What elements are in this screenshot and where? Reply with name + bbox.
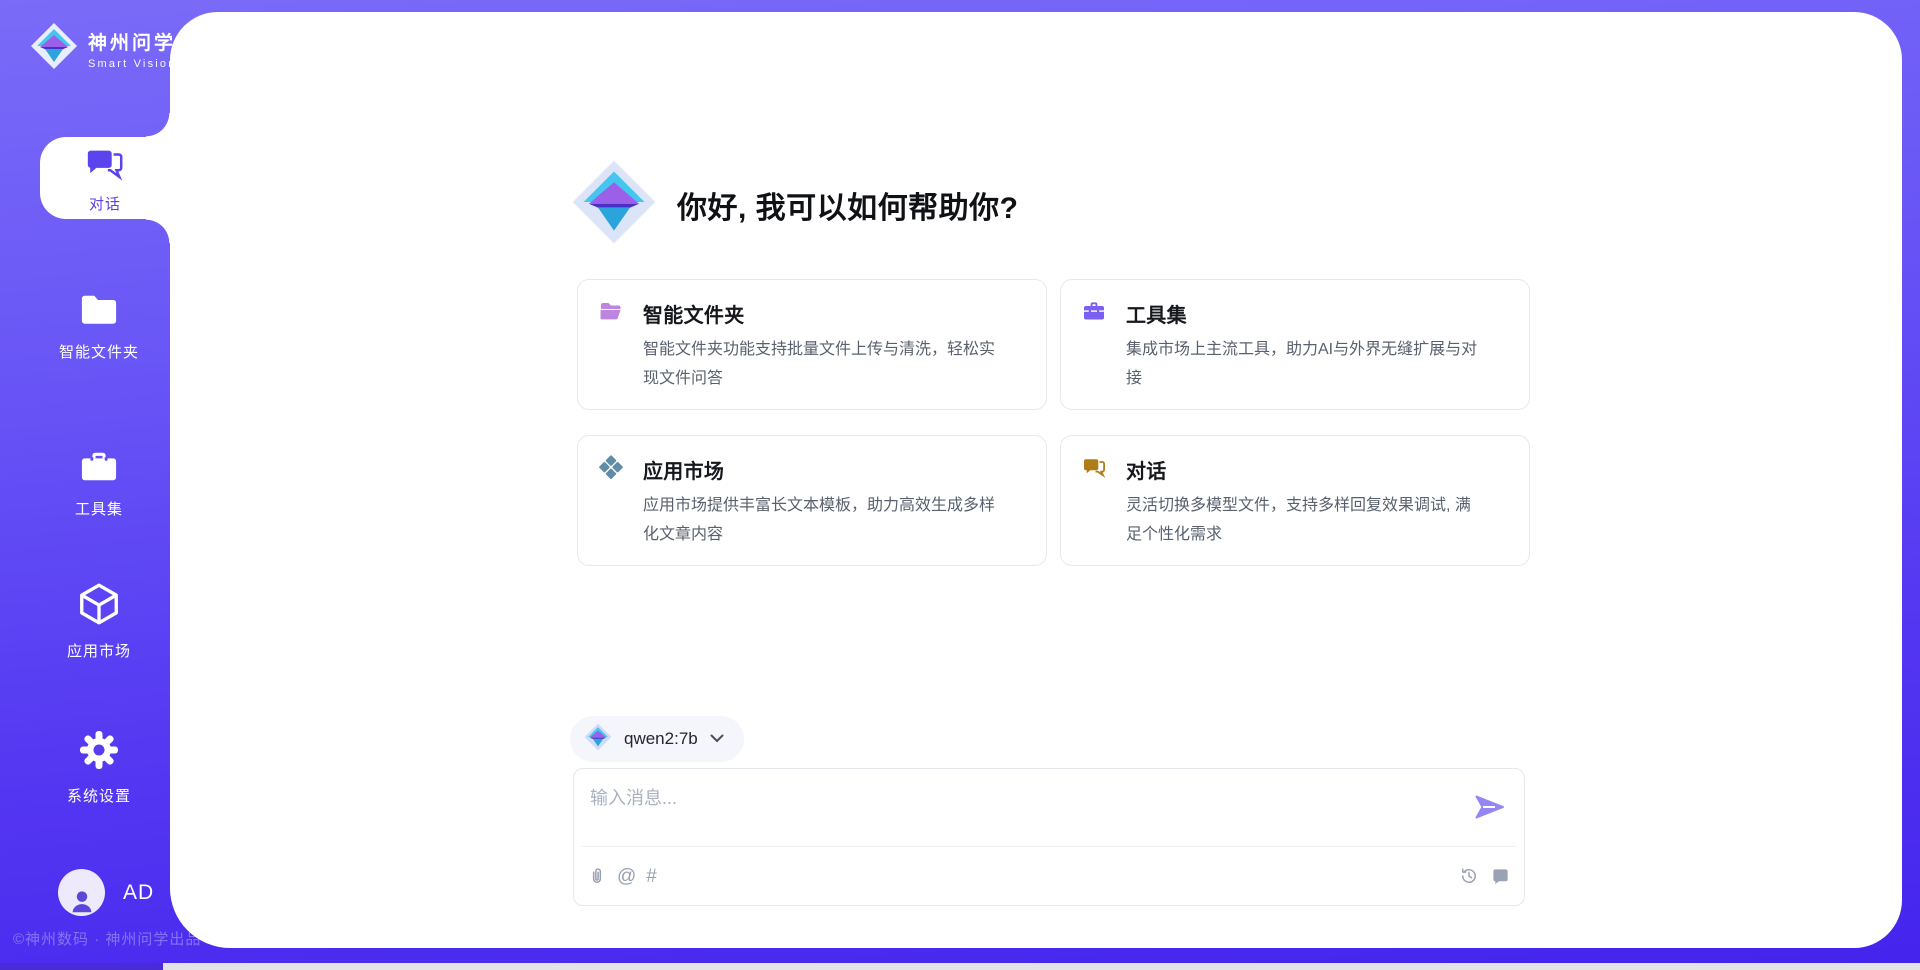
message-input[interactable] [590,784,1430,840]
hashtag-icon[interactable]: # [646,867,657,886]
assistant-logo-icon [571,159,657,250]
chat-bubbles-icon [1082,455,1106,484]
card-description: 应用市场提供丰富长文本模板，助力高效生成多样化文章内容 [643,491,995,549]
send-icon [1475,808,1505,823]
feature-card-smart-folder[interactable]: 智能文件夹 智能文件夹功能支持批量文件上传与清洗，轻松实现文件问答 [577,279,1047,410]
gear-icon [77,728,121,777]
feature-card-app-market[interactable]: 应用市场 应用市场提供丰富长文本模板，助力高效生成多样化文章内容 [577,435,1047,566]
sidebar-item-label: 工具集 [75,498,123,519]
card-title: 应用市场 [643,455,724,484]
card-title: 工具集 [1126,299,1187,328]
sidebar-footer-text: ©神州数码 · 神州问学出品 [13,928,201,949]
card-title: 智能文件夹 [643,299,745,328]
app-background: { "brand": { "name": "神州问学", "subtitle":… [0,0,1920,970]
sidebar-item-label: 对话 [89,193,121,214]
avatar [58,869,105,916]
mention-icon[interactable]: @ [617,867,636,886]
feature-card-chat[interactable]: 对话 灵活切换多模型文件，支持多样回复效果调试, 满足个性化需求 [1060,435,1530,566]
toolbox-icon [1082,299,1106,328]
send-button[interactable] [1474,794,1506,822]
composer: @ # [573,768,1525,906]
tab-curve-top [146,113,170,137]
attach-icon[interactable] [587,865,607,887]
horizontal-scrollbar[interactable] [0,963,1920,970]
sidebar-item-label: 系统设置 [67,785,131,806]
chat-bubble-icon[interactable] [1491,867,1510,886]
brand-subtitle: Smart Vision [88,58,177,70]
sidebar-item-app-market[interactable]: 应用市场 [24,581,174,661]
grid-cube-icon [599,455,623,484]
brand: 神州问学 Smart Vision [30,22,177,75]
card-description: 集成市场上主流工具，助力AI与外界无缝扩展与对接 [1126,335,1478,393]
chevron-down-icon [710,730,724,748]
tab-curve-bottom [146,219,170,243]
model-logo-icon [584,723,612,756]
brand-logo-icon [30,22,78,75]
greeting: 你好, 我可以如何帮助你? [571,159,1019,250]
card-description: 智能文件夹功能支持批量文件上传与清洗，轻松实现文件问答 [643,335,995,393]
history-icon[interactable] [1459,866,1479,886]
card-title: 对话 [1126,455,1167,484]
cube-icon [76,581,122,632]
card-description: 灵活切换多模型文件，支持多样回复效果调试, 满足个性化需求 [1126,491,1478,549]
model-name: qwen2:7b [624,729,698,749]
sidebar-item-settings[interactable]: 系统设置 [24,728,174,806]
scrollbar-corner [0,963,163,970]
sidebar-item-chat[interactable]: 对话 [40,137,170,219]
folder-icon [78,290,120,333]
feature-cards: 智能文件夹 智能文件夹功能支持批量文件上传与清洗，轻松实现文件问答 工具集 集成… [577,279,1530,566]
brand-name: 神州问学 [88,28,177,55]
page-title: 你好, 我可以如何帮助你? [677,183,1019,227]
toolbox-icon [78,447,120,490]
sidebar-item-label: 智能文件夹 [59,341,139,362]
sidebar-item-toolbox[interactable]: 工具集 [24,447,174,519]
composer-toolbar: @ # [587,847,1510,905]
folder-open-icon [599,299,623,328]
sidebar-item-label: 应用市场 [67,640,131,661]
user-profile[interactable]: AD [58,869,154,916]
model-selector[interactable]: qwen2:7b [570,716,744,762]
user-name: AD [123,881,154,905]
sidebar-item-smart-folder[interactable]: 智能文件夹 [24,290,174,362]
feature-card-toolbox[interactable]: 工具集 集成市场上主流工具，助力AI与外界无缝扩展与对接 [1060,279,1530,410]
chat-icon [84,143,126,190]
